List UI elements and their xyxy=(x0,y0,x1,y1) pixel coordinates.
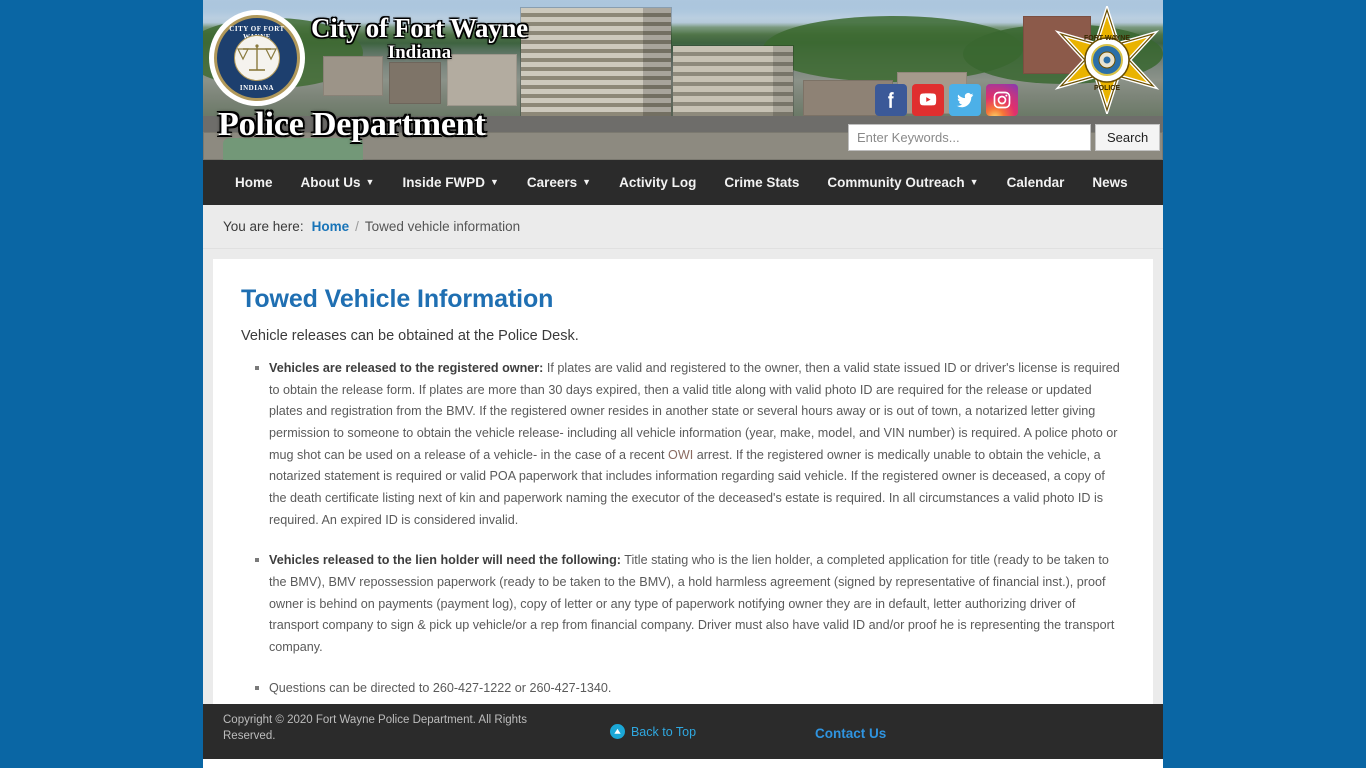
footer-copyright: Copyright © 2020 Fort Wayne Police Depar… xyxy=(223,714,527,742)
nav-item-home[interactable]: Home xyxy=(221,160,287,205)
contact-us-link[interactable]: Contact Us xyxy=(773,713,1163,741)
page-title: Towed Vehicle Information xyxy=(241,285,554,313)
nav-label: Activity Log xyxy=(619,175,697,190)
search-button[interactable]: Search xyxy=(1095,124,1161,151)
breadcrumb-prefix: You are here: xyxy=(223,219,304,234)
nav-label: Crime Stats xyxy=(724,175,800,190)
nav-label: About Us xyxy=(300,174,361,190)
list-item: Vehicles released to the lien holder wil… xyxy=(255,550,1125,658)
twitter-icon[interactable] xyxy=(949,84,981,116)
content-card: Towed Vehicle Information Vehicle releas… xyxy=(213,259,1153,704)
nav-label: Calendar xyxy=(1006,175,1065,190)
bullet-body-part1: If plates are valid and registered to th… xyxy=(269,361,1120,462)
badge-bottom-text: POLICE xyxy=(1094,85,1120,92)
back-to-top-label: Back to Top xyxy=(630,724,697,739)
nav-item-inside-fwpd[interactable]: Inside FWPD ▼ xyxy=(388,160,512,206)
police-badge-logo: FORT WAYNE POLICE xyxy=(1053,6,1161,114)
department-name: Police Department xyxy=(218,106,486,143)
youtube-icon[interactable] xyxy=(912,84,944,116)
building xyxy=(389,62,441,104)
back-to-top-link[interactable]: Back to Top xyxy=(533,713,773,739)
bullet-body-part1: Title stating who is the lien holder, a … xyxy=(269,553,1115,654)
social-links xyxy=(875,84,1018,116)
chevron-down-icon: ▼ xyxy=(365,177,375,188)
nav-item-news[interactable]: News xyxy=(1078,160,1141,205)
site-search: Search xyxy=(848,124,1161,151)
nav-label: Home xyxy=(235,175,273,190)
breadcrumb-separator: / xyxy=(355,219,359,234)
up-arrow-icon xyxy=(609,724,625,739)
list-item: Vehicles are released to the registered … xyxy=(255,358,1125,531)
bullet-lead: Vehicles released to the lien holder wil… xyxy=(269,553,621,568)
nav-item-activity-log[interactable]: Activity Log xyxy=(605,160,710,205)
site-footer: Copyright © 2020 Fort Wayne Police Depar… xyxy=(203,704,1163,759)
breadcrumb: You are here: Home / Towed vehicle infor… xyxy=(203,205,1163,249)
nav-item-about-us[interactable]: About Us ▼ xyxy=(287,160,389,206)
seal-ring: CITY OF FORT WAYNE INDIANA xyxy=(214,15,300,101)
intro-paragraph: Vehicle releases can be obtained at the … xyxy=(241,328,579,344)
search-input[interactable] xyxy=(848,124,1091,151)
seal-bottom-text: INDIANA xyxy=(239,84,275,92)
bullet-list: Vehicles are released to the registered … xyxy=(241,358,1125,699)
content-area: Towed Vehicle Information Vehicle releas… xyxy=(203,249,1163,704)
chevron-down-icon: ▼ xyxy=(489,177,499,188)
bullet-body-part1: Questions can be directed to 260-427-122… xyxy=(269,680,612,695)
breadcrumb-current: Towed vehicle information xyxy=(364,219,521,234)
nav-label: Community Outreach xyxy=(827,174,965,190)
badge-top-text: FORT WAYNE xyxy=(1084,35,1130,42)
nav-item-careers[interactable]: Careers ▼ xyxy=(513,160,605,206)
nav-label: Inside FWPD xyxy=(402,174,485,190)
seal-inner-disc xyxy=(234,35,280,81)
scales-of-justice-icon xyxy=(237,44,277,71)
nav-item-crime-stats[interactable]: Crime Stats xyxy=(710,160,813,205)
city-name: City of Fort Wayne xyxy=(311,13,528,43)
bullet-lead: Vehicles are released to the registered … xyxy=(269,361,544,375)
owi-term: OWI xyxy=(668,447,694,462)
breadcrumb-link-home[interactable]: Home xyxy=(312,219,350,234)
page-container: CITY OF FORT WAYNE INDIANA City of Fort … xyxy=(203,0,1163,768)
nav-label: News xyxy=(1092,175,1128,190)
facebook-icon[interactable] xyxy=(875,84,907,116)
city-seal-logo: CITY OF FORT WAYNE INDIANA xyxy=(211,12,303,104)
main-navigation: Home About Us ▼ Inside FWPD ▼ Careers ▼ Act… xyxy=(203,160,1163,205)
nav-item-calendar[interactable]: Calendar xyxy=(993,160,1079,205)
chevron-down-icon: ▼ xyxy=(969,177,979,188)
chevron-down-icon: ▼ xyxy=(582,177,592,188)
instagram-icon[interactable] xyxy=(986,84,1018,116)
nav-label: Careers xyxy=(526,174,578,190)
state-name: Indiana xyxy=(387,42,452,64)
nav-item-community-outreach[interactable]: Community Outreach ▼ xyxy=(813,160,992,206)
site-header: CITY OF FORT WAYNE INDIANA City of Fort … xyxy=(203,0,1163,160)
list-item: Questions can be directed to 260-427-122… xyxy=(255,678,1125,700)
site-title-block: City of Fort Wayne Indiana xyxy=(311,14,528,63)
